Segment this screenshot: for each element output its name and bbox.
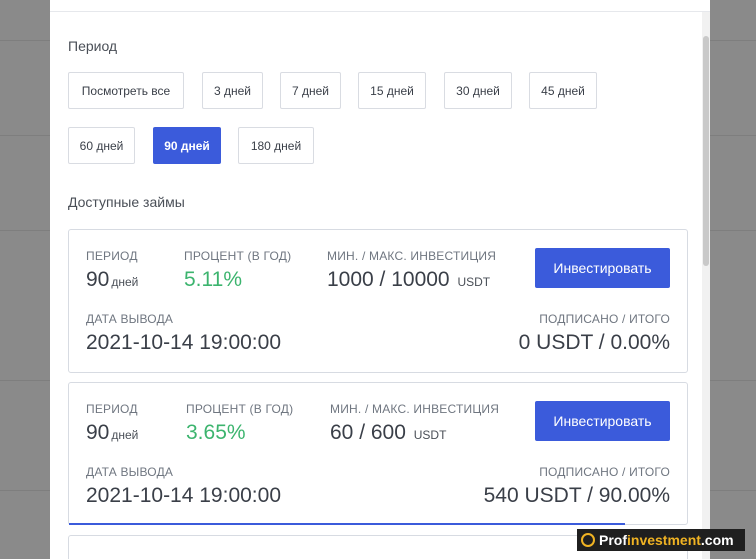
subscription-progress-bar (69, 523, 626, 525)
period-7-button[interactable]: 7 дней (280, 72, 341, 109)
investment-range-caption: МИН. / МАКС. ИНВЕСТИЦИЯ (327, 249, 497, 263)
logo-icon (581, 533, 595, 547)
period-180-button[interactable]: 180 дней (238, 127, 314, 164)
period-60-button[interactable]: 60 дней (68, 127, 135, 164)
loan-card: ПЕРИОД 90 дней ПРОЦЕНТ (В ГОД) 3.65% МИН.… (68, 382, 688, 525)
loan-card: ПЕРИОД 90 дней ПРОЦЕНТ (В ГОД) 5.11% МИН.… (68, 229, 688, 373)
invest-button[interactable]: Инвестировать (535, 248, 670, 288)
rate-value: 5.11% (184, 268, 242, 291)
available-loans-title: Доступные займы (68, 194, 185, 210)
period-45-button[interactable]: 45 дней (529, 72, 597, 109)
scrollbar-thumb[interactable] (703, 36, 709, 266)
modal-header (50, 0, 710, 12)
invest-button[interactable]: Инвестировать (535, 401, 670, 441)
payout-date-caption: ДАТА ВЫВОДА (86, 312, 174, 326)
rate-caption: ПРОЦЕНТ (В ГОД) (184, 249, 292, 263)
subscribed-caption: ПОДПИСАНО / ИТОГО (539, 465, 670, 479)
loan-modal: Период Посмотреть все 3 дней 7 дней 15 д… (50, 0, 710, 559)
watermark-text-accent: investment (627, 532, 701, 548)
period-90-button[interactable]: 90 дней (153, 127, 221, 164)
period-30-button[interactable]: 30 дней (444, 72, 512, 109)
period-value: 90 дней (86, 421, 139, 444)
subscribed-value: 0 USDT / 0.00% (518, 331, 670, 354)
payout-date-value: 2021-10-14 19:00:00 (86, 484, 281, 507)
rate-value: 3.65% (186, 421, 246, 444)
subscribed-caption: ПОДПИСАНО / ИТОГО (539, 312, 670, 326)
investment-range-value: 1000 / 10000 USDT (327, 268, 491, 291)
investment-range-caption: МИН. / МАКС. ИНВЕСТИЦИЯ (330, 402, 500, 416)
investment-range-value: 60 / 600 USDT (330, 421, 447, 444)
period-label: Период (68, 38, 118, 54)
watermark-text-suffix: .com (700, 532, 734, 548)
watermark-text: Prof (599, 532, 627, 548)
period-caption: ПЕРИОД (86, 402, 138, 416)
period-caption: ПЕРИОД (86, 249, 138, 263)
watermark-logo: Prof investment .com (577, 529, 745, 551)
period-value: 90 дней (86, 268, 139, 291)
subscribed-value: 540 USDT / 90.00% (483, 484, 670, 507)
period-all-button[interactable]: Посмотреть все (68, 72, 184, 109)
rate-caption: ПРОЦЕНТ (В ГОД) (186, 402, 294, 416)
modal-scrollbar[interactable] (702, 12, 710, 559)
payout-date-caption: ДАТА ВЫВОДА (86, 465, 174, 479)
period-15-button[interactable]: 15 дней (358, 72, 426, 109)
payout-date-value: 2021-10-14 19:00:00 (86, 331, 281, 354)
period-3-button[interactable]: 3 дней (202, 72, 263, 109)
